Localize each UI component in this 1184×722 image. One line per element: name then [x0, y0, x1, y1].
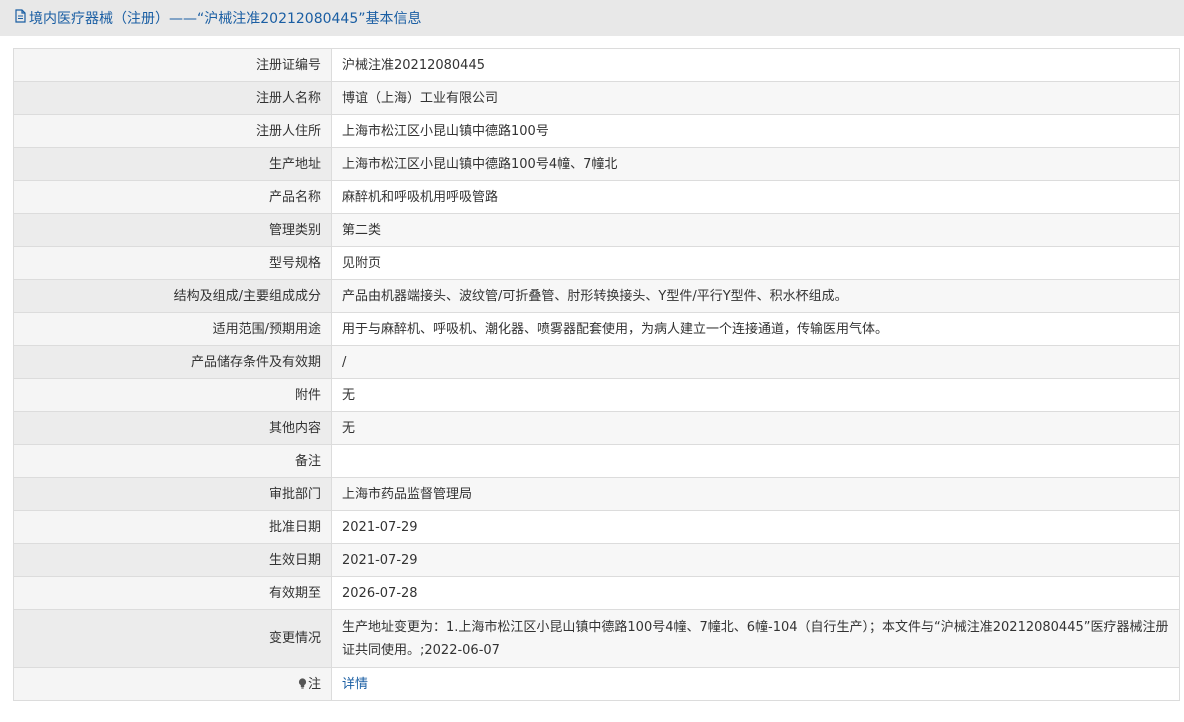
row-label: 审批部门	[13, 477, 332, 511]
table-row: 附件 无	[13, 378, 1180, 412]
row-value: 无	[331, 411, 1180, 445]
row-value: 2021-07-29	[331, 510, 1180, 544]
table-row: 生产地址 上海市松江区小昆山镇中德路100号4幢、7幢北	[13, 147, 1180, 181]
row-label: 生效日期	[13, 543, 332, 577]
lightbulb-icon	[298, 674, 307, 689]
table-row: 注册人住所 上海市松江区小昆山镇中德路100号	[13, 114, 1180, 148]
table-row: 生效日期 2021-07-29	[13, 543, 1180, 577]
row-label: 生产地址	[13, 147, 332, 181]
row-value: 上海市松江区小昆山镇中德路100号	[331, 114, 1180, 148]
table-row: 产品储存条件及有效期 /	[13, 345, 1180, 379]
row-value: /	[331, 345, 1180, 379]
row-label: 有效期至	[13, 576, 332, 610]
table-row: 批准日期 2021-07-29	[13, 510, 1180, 544]
row-value: 见附页	[331, 246, 1180, 280]
table-row: 产品名称 麻醉机和呼吸机用呼吸管路	[13, 180, 1180, 214]
row-label: 附件	[13, 378, 332, 412]
document-icon	[14, 9, 27, 27]
row-value: 2021-07-29	[331, 543, 1180, 577]
row-value: 产品由机器端接头、波纹管/可折叠管、肘形转换接头、Y型件/平行Y型件、积水杯组成…	[331, 279, 1180, 313]
row-value	[331, 444, 1180, 478]
table-row: 备注	[13, 444, 1180, 478]
row-label: 管理类别	[13, 213, 332, 247]
row-label: 产品名称	[13, 180, 332, 214]
row-label: 变更情况	[13, 609, 332, 668]
row-value: 生产地址变更为：1.上海市松江区小昆山镇中德路100号4幢、7幢北、6幢-104…	[331, 609, 1180, 668]
row-label: 结构及组成/主要组成成分	[13, 279, 332, 313]
row-label: 注册人住所	[13, 114, 332, 148]
row-value: 2026-07-28	[331, 576, 1180, 610]
table-row: 型号规格 见附页	[13, 246, 1180, 280]
row-value: 博谊（上海）工业有限公司	[331, 81, 1180, 115]
row-label: 其他内容	[13, 411, 332, 445]
row-value: 上海市药品监督管理局	[331, 477, 1180, 511]
row-label: 适用范围/预期用途	[13, 312, 332, 346]
row-label: 注册证编号	[13, 48, 332, 82]
table-row: 结构及组成/主要组成成分 产品由机器端接头、波纹管/可折叠管、肘形转换接头、Y型…	[13, 279, 1180, 313]
page-title: 境内医疗器械（注册）——“沪械注准20212080445”基本信息	[29, 11, 422, 27]
row-value: 沪械注准20212080445	[331, 48, 1180, 82]
row-label: 备注	[13, 444, 332, 478]
table-row: 变更情况 生产地址变更为：1.上海市松江区小昆山镇中德路100号4幢、7幢北、6…	[13, 609, 1180, 668]
table-row: 管理类别 第二类	[13, 213, 1180, 247]
row-value: 麻醉机和呼吸机用呼吸管路	[331, 180, 1180, 214]
note-row: 注 详情	[13, 667, 1180, 701]
note-label: 注	[307, 676, 321, 692]
table-row: 适用范围/预期用途 用于与麻醉机、呼吸机、潮化器、喷雾器配套使用，为病人建立一个…	[13, 312, 1180, 346]
row-value: 用于与麻醉机、呼吸机、潮化器、喷雾器配套使用，为病人建立一个连接通道，传输医用气…	[331, 312, 1180, 346]
row-value: 无	[331, 378, 1180, 412]
row-value: 第二类	[331, 213, 1180, 247]
row-label: 注册人名称	[13, 81, 332, 115]
row-label: 产品储存条件及有效期	[13, 345, 332, 379]
table-row: 有效期至 2026-07-28	[13, 576, 1180, 610]
row-label: 批准日期	[13, 510, 332, 544]
details-link[interactable]: 详情	[342, 677, 368, 692]
note-label-cell: 注	[13, 667, 332, 701]
table-row: 审批部门 上海市药品监督管理局	[13, 477, 1180, 511]
table-row: 注册人名称 博谊（上海）工业有限公司	[13, 81, 1180, 115]
table-row: 注册证编号 沪械注准20212080445	[13, 48, 1180, 82]
note-value-cell: 详情	[331, 667, 1180, 701]
page-header: 境内医疗器械（注册）——“沪械注准20212080445”基本信息	[0, 0, 1184, 36]
table-row: 其他内容 无	[13, 411, 1180, 445]
row-label: 型号规格	[13, 246, 332, 280]
row-value: 上海市松江区小昆山镇中德路100号4幢、7幢北	[331, 147, 1180, 181]
info-table: 注册证编号 沪械注准20212080445 注册人名称 博谊（上海）工业有限公司…	[13, 48, 1180, 701]
